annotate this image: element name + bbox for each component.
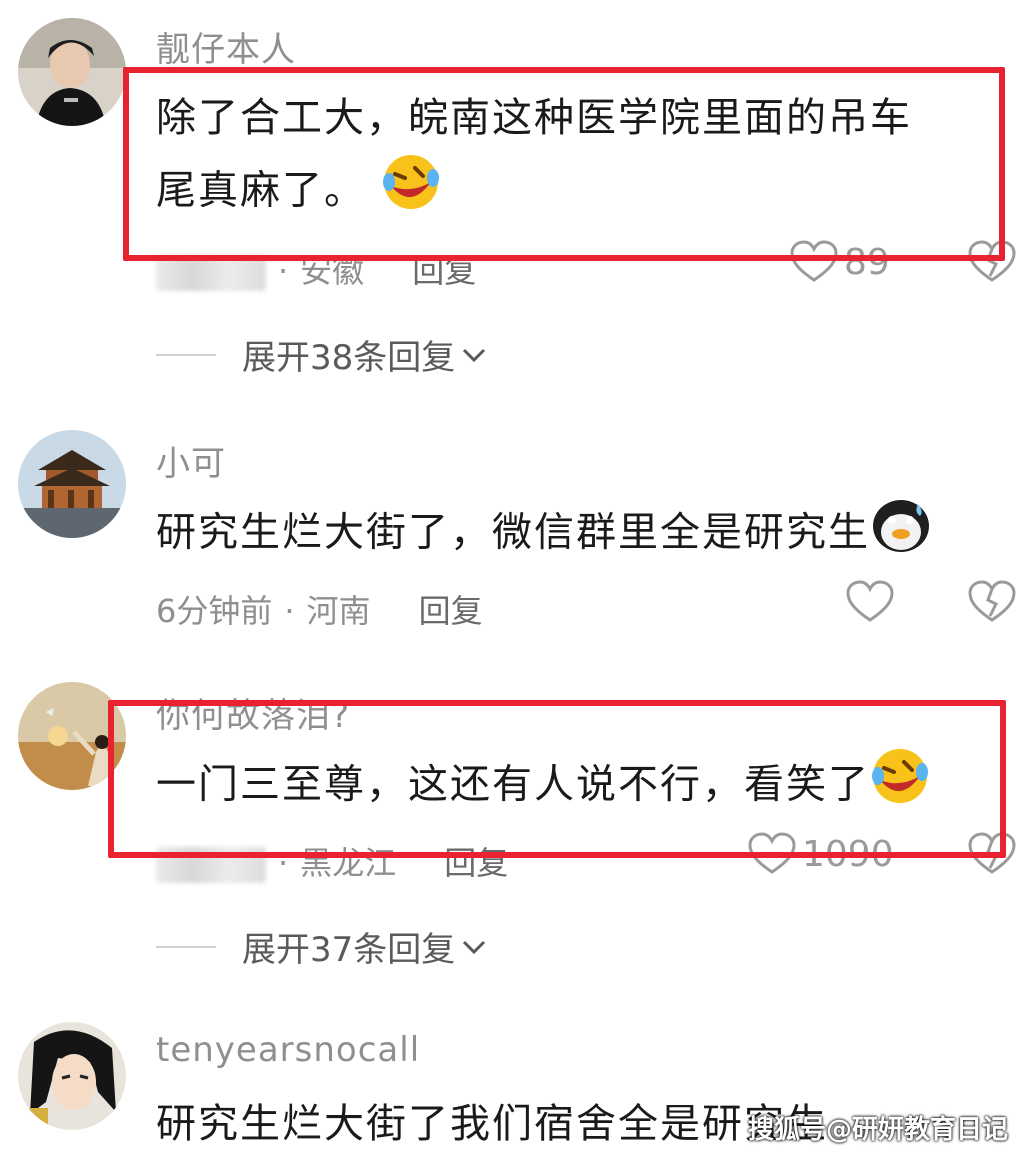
expand-replies-label: 展开38条回复 — [242, 338, 456, 378]
person-avatar-icon — [18, 18, 126, 126]
highlight-box — [123, 67, 1005, 261]
username[interactable]: 靓仔本人 — [156, 22, 296, 71]
broken-heart-icon — [968, 580, 1016, 622]
avatar[interactable] — [18, 18, 126, 126]
avatar[interactable] — [18, 430, 126, 538]
highlight-box — [108, 700, 1006, 858]
comment-text: 研究生烂大街了我们宿舍全是研究生 — [156, 1090, 828, 1156]
comment-list: 靓仔本人 除了合工大，皖南这种医学院里面的吊车 尾真麻了。 ·安徽回复 89 — [0, 0, 1030, 1156]
username[interactable]: 小可 — [156, 436, 226, 485]
expand-replies[interactable]: 展开38条回复 — [156, 330, 487, 379]
location: 河南 — [306, 592, 371, 630]
reply-button[interactable]: 回复 — [419, 592, 483, 630]
expand-replies-label: 展开37条回复 — [242, 930, 456, 970]
username[interactable]: tenyearsnocall — [156, 1030, 420, 1070]
comment-text: 研究生烂大街了，微信群里全是研究生 — [156, 494, 932, 575]
divider-dash — [156, 945, 216, 948]
comment-text-segment: 研究生烂大街了我们宿舍全是研究生 — [156, 1101, 828, 1147]
heart-icon — [846, 580, 894, 622]
chevron-down-icon — [463, 348, 486, 362]
watermark: 搜狐号@研妍教育日记 — [747, 1115, 1008, 1145]
like-button[interactable] — [846, 580, 900, 624]
anime-avatar-icon — [18, 1022, 126, 1130]
meta-separator: · — [284, 592, 295, 630]
chevron-down-icon — [463, 940, 486, 954]
dislike-button[interactable] — [968, 580, 1016, 628]
comment-meta: 6分钟前 · 河南 回复 — [156, 586, 483, 632]
expand-replies[interactable]: 展开37条回复 — [156, 922, 487, 971]
penguin-sweat-emoji-icon — [870, 494, 932, 575]
timestamp: 6分钟前 — [156, 592, 273, 630]
divider-dash — [156, 353, 216, 356]
pavilion-avatar-icon — [18, 430, 126, 538]
comment-text-segment: 研究生烂大街了，微信群里全是研究生 — [156, 509, 870, 556]
avatar[interactable] — [18, 1022, 126, 1130]
